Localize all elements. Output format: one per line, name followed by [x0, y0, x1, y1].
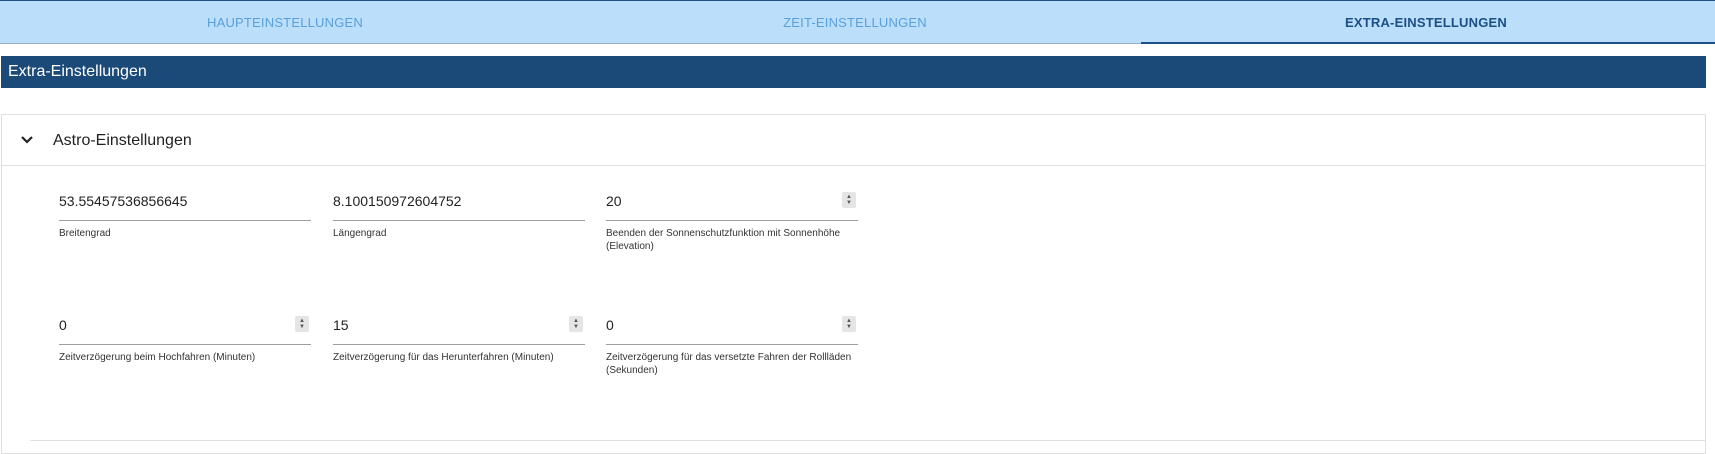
delay-down-input[interactable]: 15 — [333, 313, 585, 337]
latitude-input[interactable]: 53.55457536856645 — [59, 189, 311, 213]
elevation-spinner[interactable]: ▲ ▼ — [842, 192, 856, 208]
astro-settings-panel: Astro-Einstellungen — [1, 114, 1706, 454]
elevation-underline — [606, 220, 858, 221]
longitude-underline — [333, 220, 585, 221]
delay-up-label: Zeitverzögerung beim Hochfahren (Minuten… — [59, 352, 256, 363]
delay-up-underline — [59, 344, 311, 345]
longitude-label: Längengrad — [333, 228, 387, 239]
astro-panel-header[interactable]: Astro-Einstellungen — [2, 115, 1705, 166]
tab-extra-einstellungen[interactable]: EXTRA-EINSTELLUNGEN — [1141, 1, 1711, 44]
delay-up-input[interactable]: 0 — [59, 313, 311, 337]
tab-zeit-einstellungen[interactable]: ZEIT-EINSTELLUNGEN — [570, 1, 1140, 44]
tab-bar: HAUPTEINSTELLUNGEN ZEIT-EINSTELLUNGEN EX… — [0, 0, 1715, 44]
staggered-delay-input[interactable]: 0 — [606, 313, 858, 337]
tab-haupteinstellungen[interactable]: HAUPTEINSTELLUNGEN — [0, 1, 570, 44]
section-title: Extra-Einstellungen — [1, 56, 1706, 88]
latitude-underline — [59, 220, 311, 221]
delay-up-spinner[interactable]: ▲ ▼ — [295, 316, 309, 332]
delay-down-spinner[interactable]: ▲ ▼ — [569, 316, 583, 332]
astro-panel-title: Astro-Einstellungen — [53, 132, 192, 149]
latitude-label: Breitengrad — [59, 228, 111, 239]
longitude-input[interactable]: 8.100150972604752 — [333, 189, 585, 213]
staggered-delay-underline — [606, 344, 858, 345]
delay-down-underline — [333, 344, 585, 345]
panel-divider — [30, 440, 1705, 441]
elevation-input[interactable]: 20 — [606, 189, 858, 213]
elevation-label: Beenden der Sonnenschutzfunktion mit Son… — [606, 228, 841, 252]
chevron-down-icon[interactable] — [18, 131, 36, 149]
delay-down-label: Zeitverzögerung für das Herunterfahren (… — [333, 352, 554, 363]
staggered-delay-label: Zeitverzögerung für das versetzte Fahren… — [606, 352, 852, 376]
staggered-delay-spinner[interactable]: ▲ ▼ — [842, 316, 856, 332]
active-tab-indicator — [1141, 42, 1715, 44]
